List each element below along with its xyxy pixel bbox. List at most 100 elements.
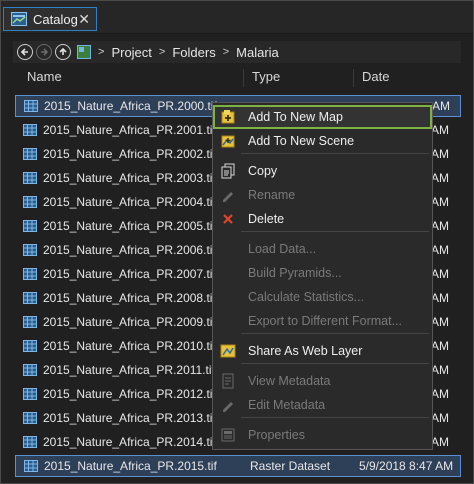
- breadcrumb-separator: >: [222, 46, 230, 58]
- tab-strip: Catalog ✕: [1, 1, 473, 34]
- menu-item-label: Add To New Map: [248, 110, 343, 124]
- add-to-scene-icon: [220, 133, 236, 149]
- menu-item-delete[interactable]: Delete: [213, 207, 432, 231]
- item-name: 2015_Nature_Africa_PR.2015.tif: [44, 459, 217, 473]
- raster-icon: [23, 364, 37, 376]
- item-name: 2015_Nature_Africa_PR.2006.tif: [43, 243, 216, 257]
- menu-item-calculate-statistics: Calculate Statistics...: [213, 285, 432, 309]
- item-name: 2015_Nature_Africa_PR.2014.tif: [43, 435, 216, 449]
- menu-divider: [241, 153, 429, 154]
- breadcrumb-separator: >: [158, 46, 166, 58]
- up-button[interactable]: [55, 44, 71, 60]
- raster-icon: [23, 292, 37, 304]
- list-item[interactable]: 2015_Nature_Africa_PR.2015.tif Raster Dat…: [15, 455, 461, 477]
- item-date-suffix: AM: [432, 99, 450, 113]
- item-date-suffix: AM: [431, 363, 449, 377]
- item-name: 2015_Nature_Africa_PR.2010.tif: [43, 339, 216, 353]
- item-name: 2015_Nature_Africa_PR.2008.tif: [43, 291, 216, 305]
- menu-divider: [241, 363, 429, 364]
- raster-icon: [23, 412, 37, 424]
- item-date-suffix: AM: [431, 411, 449, 425]
- catalog-icon: [11, 12, 27, 26]
- column-divider[interactable]: [353, 69, 354, 87]
- raster-icon: [23, 316, 37, 328]
- menu-item-copy[interactable]: Copy: [213, 159, 432, 183]
- menu-item-label: Edit Metadata: [248, 398, 326, 412]
- item-name: 2015_Nature_Africa_PR.2007.tif: [43, 267, 216, 281]
- share-web-layer-icon: [220, 343, 236, 359]
- arrow-right-icon: [41, 48, 49, 56]
- properties-icon: [220, 427, 236, 443]
- context-menu: Add To New Map Add To New Scene Copy Rename…: [212, 102, 433, 450]
- view-metadata-icon: [220, 373, 236, 389]
- edit-metadata-icon: [220, 397, 236, 413]
- menu-icon-placeholder: [220, 289, 236, 305]
- item-date-suffix: AM: [431, 435, 449, 449]
- close-icon[interactable]: ✕: [78, 12, 90, 26]
- copy-icon: [220, 163, 236, 179]
- raster-icon: [23, 268, 37, 280]
- menu-item-label: Copy: [248, 164, 278, 178]
- menu-divider: [241, 231, 429, 232]
- menu-item-label: Export to Different Format...: [248, 314, 402, 328]
- rename-icon: [220, 187, 236, 203]
- column-header-type[interactable]: Type: [252, 69, 280, 84]
- menu-item-label: Delete: [248, 212, 285, 226]
- menu-item-add-to-new-scene[interactable]: Add To New Scene: [213, 129, 432, 153]
- menu-item-view-metadata: View Metadata: [213, 369, 432, 393]
- menu-item-build-pyramids: Build Pyramids...: [213, 261, 432, 285]
- catalog-pane: Catalog ✕ > Project > Folders > Malaria …: [0, 0, 474, 484]
- raster-icon: [23, 196, 37, 208]
- menu-item-properties: Properties: [213, 423, 432, 447]
- item-date-suffix: AM: [431, 291, 449, 305]
- raster-icon: [23, 148, 37, 160]
- menu-icon-placeholder: [220, 241, 236, 257]
- menu-item-add-to-new-map[interactable]: Add To New Map: [213, 105, 432, 129]
- add-to-map-icon: [220, 109, 236, 125]
- raster-icon: [23, 244, 37, 256]
- column-header-date[interactable]: Date: [362, 69, 389, 84]
- breadcrumb-project[interactable]: Project: [111, 45, 151, 60]
- item-name: 2015_Nature_Africa_PR.2003.tif: [43, 171, 216, 185]
- delete-icon: [220, 211, 236, 227]
- forward-button[interactable]: [36, 44, 52, 60]
- menu-item-label: Build Pyramids...: [248, 266, 342, 280]
- item-date-suffix: AM: [431, 171, 449, 185]
- item-name: 2015_Nature_Africa_PR.2004.tif: [43, 195, 216, 209]
- menu-item-label: Share As Web Layer: [248, 344, 363, 358]
- breadcrumb-folders[interactable]: Folders: [172, 45, 215, 60]
- menu-divider: [241, 417, 429, 418]
- menu-item-label: Add To New Scene: [248, 134, 355, 148]
- item-date-suffix: AM: [431, 267, 449, 281]
- raster-icon: [23, 436, 37, 448]
- raster-icon: [23, 172, 37, 184]
- breadcrumb-separator: >: [98, 46, 105, 58]
- item-date-suffix: AM: [431, 339, 449, 353]
- breadcrumb: > Project > Folders > Malaria: [13, 41, 461, 63]
- menu-item-share-as-web-layer[interactable]: Share As Web Layer: [213, 339, 432, 363]
- raster-icon: [24, 100, 38, 112]
- item-date-suffix: AM: [431, 123, 449, 137]
- menu-item-rename: Rename: [213, 183, 432, 207]
- raster-icon: [23, 388, 37, 400]
- back-button[interactable]: [17, 44, 33, 60]
- arrow-left-icon: [20, 48, 28, 56]
- menu-icon-placeholder: [220, 313, 236, 329]
- column-divider[interactable]: [243, 69, 244, 87]
- item-name: 2015_Nature_Africa_PR.2005.tif: [43, 219, 216, 233]
- column-header-name[interactable]: Name: [27, 69, 62, 84]
- tab-title: Catalog: [33, 11, 78, 27]
- menu-divider: [241, 333, 429, 334]
- item-name: 2015_Nature_Africa_PR.2012.tif: [43, 387, 216, 401]
- raster-icon: [23, 124, 37, 136]
- breadcrumb-malaria[interactable]: Malaria: [236, 45, 279, 60]
- item-date-suffix: AM: [431, 315, 449, 329]
- menu-item-label: Calculate Statistics...: [248, 290, 365, 304]
- menu-item-export-to-different-format: Export to Different Format...: [213, 309, 432, 333]
- menu-item-load-data: Load Data...: [213, 237, 432, 261]
- menu-icon-placeholder: [220, 265, 236, 281]
- raster-icon: [24, 460, 38, 472]
- item-date-suffix: AM: [431, 195, 449, 209]
- tab-catalog[interactable]: Catalog ✕: [3, 7, 97, 31]
- item-type: Raster Dataset: [250, 459, 331, 473]
